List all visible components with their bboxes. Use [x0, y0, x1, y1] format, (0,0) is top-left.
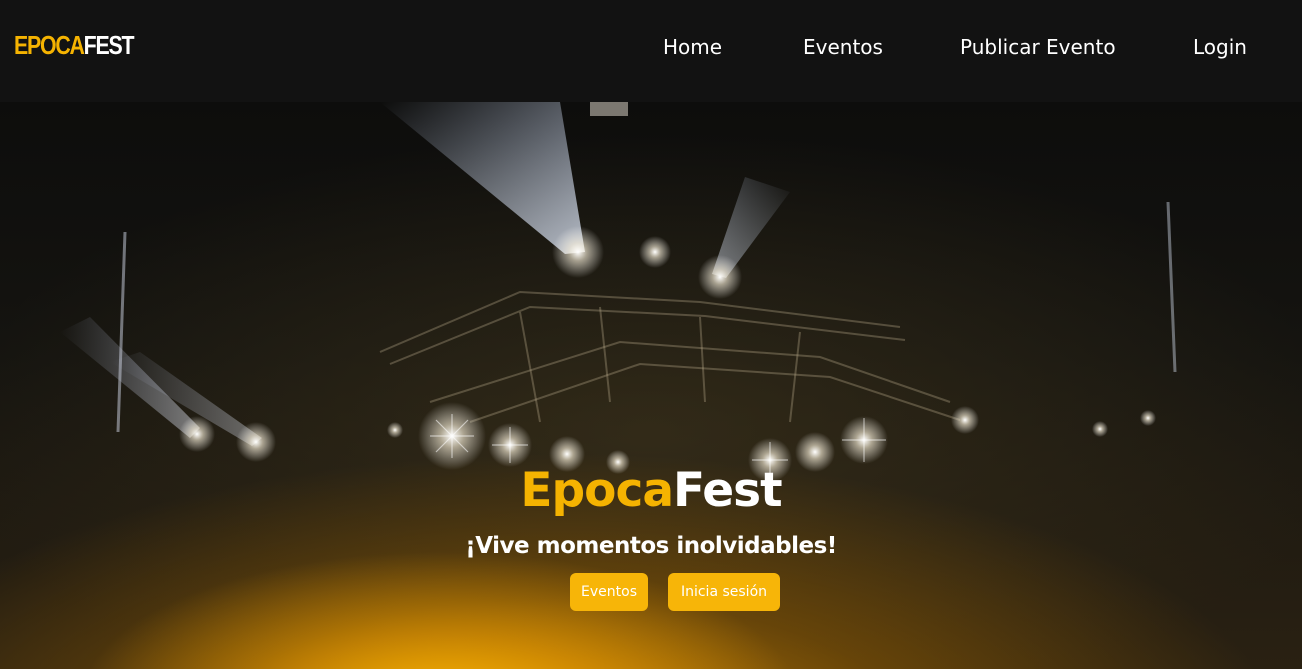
logo-part-fest: FEST: [83, 30, 135, 60]
nav-link-publicar-evento[interactable]: Publicar Evento: [960, 33, 1116, 61]
nav-link-home[interactable]: Home: [663, 33, 722, 61]
brand-logo[interactable]: EPOCAFEST: [14, 29, 135, 61]
hero-section: EpocaFest ¡Vive momentos inolvidables! E…: [0, 102, 1302, 669]
hero-title-fest: Fest: [673, 463, 783, 518]
top-navbar: EPOCAFEST Home Eventos Publicar Evento L…: [0, 0, 1302, 102]
eventos-button[interactable]: Eventos: [570, 573, 648, 611]
inicia-sesion-button[interactable]: Inicia sesión: [668, 573, 780, 611]
nav-link-eventos[interactable]: Eventos: [803, 33, 883, 61]
nav-link-login[interactable]: Login: [1193, 33, 1247, 61]
stage-lights-background-image: [60, 102, 1177, 482]
hero-title-epoca: Epoca: [520, 463, 674, 518]
hero-subtitle: ¡Vive momentos inolvidables!: [465, 533, 837, 559]
hero-title: EpocaFest: [0, 462, 1302, 520]
logo-part-epoca: EPOCA: [14, 30, 85, 60]
